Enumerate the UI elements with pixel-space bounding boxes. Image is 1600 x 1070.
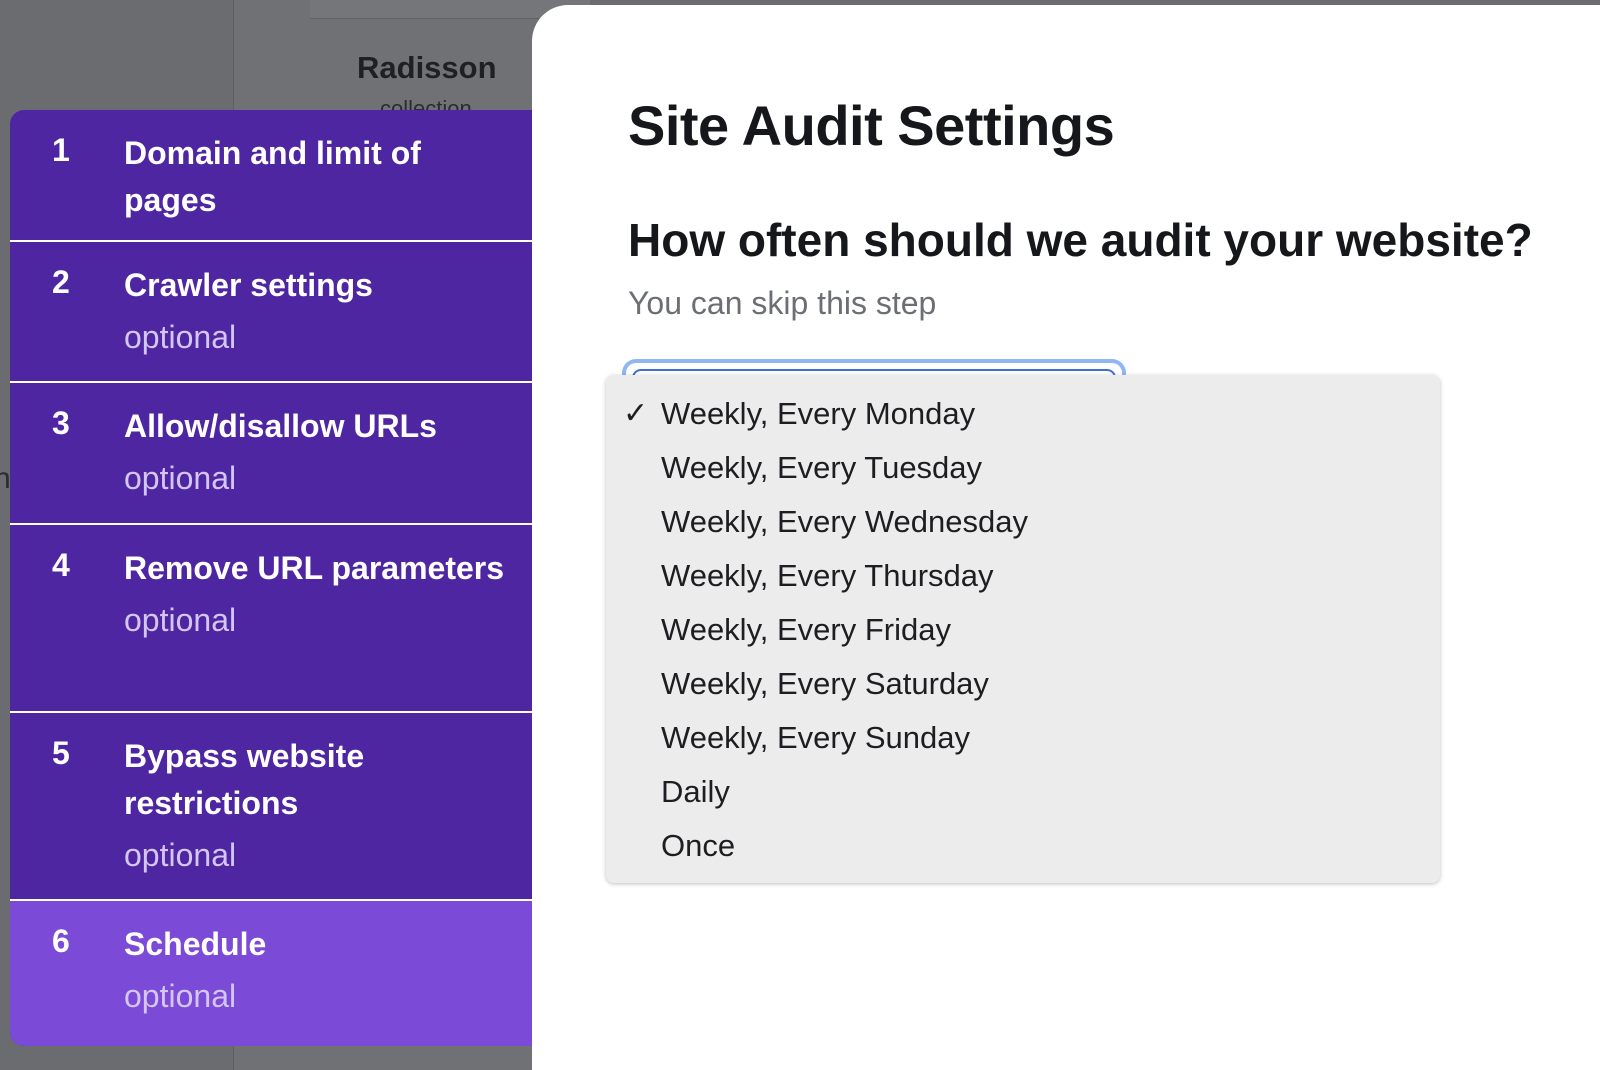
skip-hint: You can skip this step [628,285,937,321]
step-optional-label: optional [124,602,237,638]
option-weekly-tuesday[interactable]: Weekly, Every Tuesday [606,441,1440,495]
step-bypass-restrictions[interactable]: 5 Bypass website restrictions optional [10,713,532,901]
option-label: Weekly, Every Sunday [661,720,970,755]
step-number: 5 [52,735,70,771]
option-weekly-saturday[interactable]: Weekly, Every Saturday [606,657,1440,711]
steps-sidebar: 1 Domain and limit of pages 2 Crawler se… [10,110,532,1046]
step-number: 4 [52,547,70,583]
step-schedule[interactable]: 6 Schedule optional [10,901,532,1046]
step-title: Remove URL parameters [124,550,505,586]
checkmark-icon: ✓ [623,397,649,430]
step-remove-url-parameters[interactable]: 4 Remove URL parameters optional [10,525,532,713]
option-label: Daily [661,774,730,809]
step-optional-label: optional [124,978,237,1014]
step-optional-label: optional [124,460,237,496]
step-number: 3 [52,405,70,441]
step-allow-disallow-urls[interactable]: 3 Allow/disallow URLs optional [10,383,532,525]
step-optional-label: optional [124,837,237,873]
step-title: Schedule [124,926,267,962]
step-number: 1 [52,132,70,168]
option-weekly-friday[interactable]: Weekly, Every Friday [606,603,1440,657]
option-once[interactable]: Once [606,819,1440,873]
option-label: Once [661,828,736,863]
step-crawler-settings[interactable]: 2 Crawler settings optional [10,242,532,383]
option-label: Weekly, Every Thursday [661,558,994,593]
background-hotel-title: Radisson [357,50,497,85]
step-number: 6 [52,923,70,959]
option-label: Weekly, Every Saturday [661,666,989,701]
step-number: 2 [52,264,70,300]
step-title: Bypass website restrictions [124,738,365,821]
step-title: Domain and limit of pages [124,135,421,218]
option-weekly-sunday[interactable]: Weekly, Every Sunday [606,711,1440,765]
option-label: Weekly, Every Wednesday [661,504,1028,539]
schedule-question: How often should we audit your website? [628,214,1533,266]
step-title: Allow/disallow URLs [124,408,437,444]
option-daily[interactable]: Daily [606,765,1440,819]
step-title: Crawler settings [124,267,373,303]
option-weekly-thursday[interactable]: Weekly, Every Thursday [606,549,1440,603]
background-hotel-subtitle: collection [380,96,472,110]
schedule-dropdown-list: ✓ Weekly, Every Monday Weekly, Every Tue… [606,375,1440,883]
option-label: Weekly, Every Tuesday [661,450,983,485]
option-label: Weekly, Every Friday [661,612,951,647]
option-weekly-monday[interactable]: ✓ Weekly, Every Monday [606,387,1440,441]
step-optional-label: optional [124,319,237,355]
page-title: Site Audit Settings [628,94,1115,157]
option-weekly-wednesday[interactable]: Weekly, Every Wednesday [606,495,1440,549]
step-domain[interactable]: 1 Domain and limit of pages [10,110,532,242]
option-label: Weekly, Every Monday [661,396,976,431]
